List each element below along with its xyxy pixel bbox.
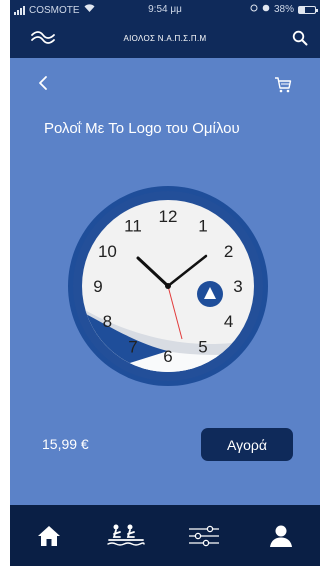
chevron-left-icon[interactable] <box>37 75 49 96</box>
status-right: 38% <box>250 4 318 15</box>
clock-numeral: 7 <box>128 338 137 357</box>
clock-numeral: 8 <box>103 312 112 331</box>
alarm-icon <box>262 4 270 15</box>
clock-numeral: 9 <box>93 277 102 296</box>
clock-numeral: 4 <box>224 312 233 331</box>
battery-percent: 38% <box>273 4 294 15</box>
product-price: 15,99 € <box>42 436 89 452</box>
status-bar: COSMOTE 9:54 μμ 38% <box>10 0 320 20</box>
location-icon <box>250 4 258 15</box>
product-title: Ρολοΐ Με Το Logo του Ομίλου <box>44 120 240 137</box>
app-header: ΑΙΟΛΟΣ Ν.Α.Π.Σ.Π.Μ <box>10 20 320 58</box>
clock-numeral: 11 <box>124 216 142 235</box>
clock-numeral: 1 <box>198 216 207 235</box>
home-icon[interactable] <box>24 516 74 556</box>
battery-icon <box>298 5 318 14</box>
clock-numeral: 10 <box>98 242 117 261</box>
product-image: 12 1234567891011 <box>68 186 268 386</box>
clock-numeral: 5 <box>198 338 207 357</box>
clock-numeral: 2 <box>224 242 233 261</box>
tab-bar <box>10 505 320 566</box>
clock-numeral: 12 <box>159 207 178 226</box>
cart-icon[interactable] <box>274 76 292 99</box>
search-icon[interactable] <box>292 30 308 51</box>
rowing-icon[interactable] <box>101 516 151 556</box>
clock-numeral: 3 <box>233 277 242 296</box>
buy-button[interactable]: Αγορά <box>201 428 293 461</box>
club-logo <box>197 281 223 307</box>
app-title: ΑΙΟΛΟΣ Ν.Α.Π.Σ.Π.Μ <box>123 34 207 43</box>
clock-numeral: 6 <box>163 347 172 366</box>
app-screen: COSMOTE 9:54 μμ 38% ΑΙΟΛΟΣ Ν.Α.Π.Σ.Π.Μ Ρ… <box>10 0 320 566</box>
user-icon[interactable] <box>256 516 306 556</box>
sliders-icon[interactable] <box>179 516 229 556</box>
